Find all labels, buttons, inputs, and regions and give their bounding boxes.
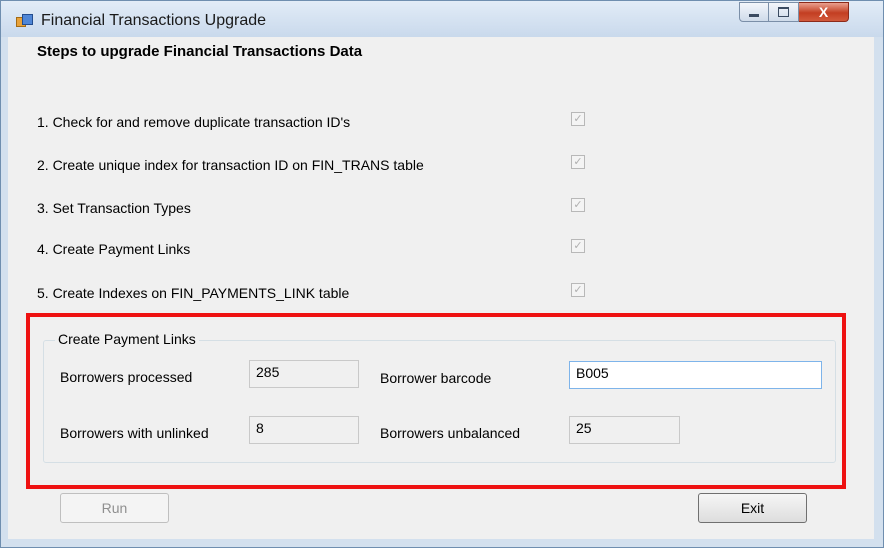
step-1-checkbox[interactable]: ✓ — [571, 112, 585, 126]
borrowers-processed-field: 285 — [249, 360, 359, 388]
checkmark-icon: ✓ — [573, 239, 583, 252]
step-5-checkbox[interactable]: ✓ — [571, 283, 585, 297]
step-3-label: 3. Set Transaction Types — [37, 200, 191, 216]
close-icon: X — [818, 4, 829, 20]
checkmark-icon: ✓ — [573, 198, 583, 211]
step-2-checkbox[interactable]: ✓ — [571, 155, 585, 169]
maximize-icon — [778, 7, 789, 17]
groupbox-title: Create Payment Links — [55, 331, 199, 347]
borrowers-unbalanced-field: 25 — [569, 416, 680, 444]
checkmark-icon: ✓ — [573, 155, 583, 168]
borrowers-unbalanced-label: Borrowers unbalanced — [380, 425, 521, 441]
window-title: Financial Transactions Upgrade — [41, 12, 267, 29]
step-3-checkbox[interactable]: ✓ — [571, 198, 585, 212]
minimize-icon — [749, 14, 759, 17]
exit-button[interactable]: Exit — [698, 493, 807, 523]
minimize-button[interactable] — [739, 2, 769, 22]
app-window-icon — [16, 14, 33, 28]
close-button[interactable]: X — [799, 2, 849, 22]
step-2-label: 2. Create unique index for transaction I… — [37, 157, 424, 173]
checkmark-icon: ✓ — [573, 112, 583, 125]
borrower-barcode-input[interactable]: B005 — [569, 361, 822, 389]
borrowers-unlinked-label: Borrowers with unlinked — [60, 425, 209, 441]
borrowers-unlinked-field: 8 — [249, 416, 359, 444]
caption-buttons: X — [739, 2, 849, 22]
run-button[interactable]: Run — [60, 493, 169, 523]
checkmark-icon: ✓ — [573, 283, 583, 296]
steps-heading: Steps to upgrade Financial Transactions … — [37, 43, 363, 60]
step-5-label: 5. Create Indexes on FIN_PAYMENTS_LINK t… — [37, 285, 350, 301]
borrowers-processed-label: Borrowers processed — [60, 369, 193, 385]
step-4-checkbox[interactable]: ✓ — [571, 239, 585, 253]
step-1-label: 1. Check for and remove duplicate transa… — [37, 114, 351, 130]
step-4-label: 4. Create Payment Links — [37, 241, 191, 257]
maximize-button[interactable] — [769, 2, 799, 22]
title-bar[interactable]: Financial Transactions Upgrade X — [1, 1, 883, 37]
payment-links-groupbox — [43, 340, 836, 463]
borrower-barcode-label: Borrower barcode — [380, 370, 492, 386]
